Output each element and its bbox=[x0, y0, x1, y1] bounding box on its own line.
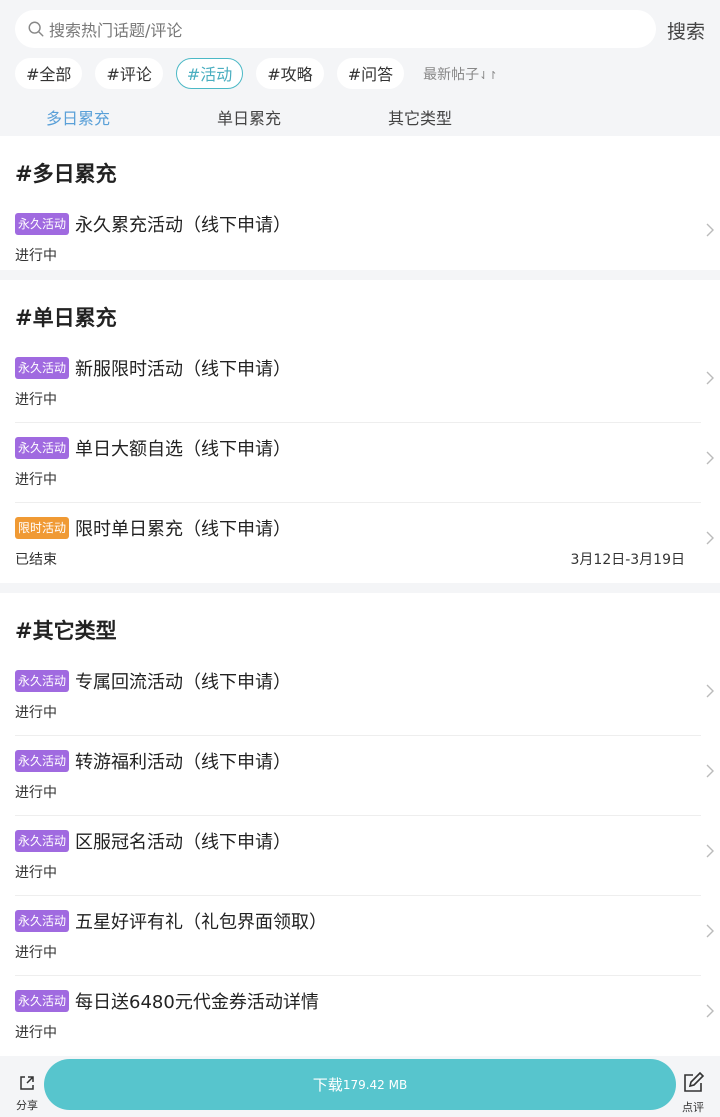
chip-activity[interactable]: #活动 bbox=[175, 58, 244, 89]
item-status: 进行中 bbox=[15, 392, 57, 408]
chevron-right-icon bbox=[706, 924, 714, 938]
section-title: #其它类型 bbox=[15, 619, 117, 643]
item-status: 进行中 bbox=[15, 945, 57, 961]
tab-other[interactable]: 其它类型 bbox=[388, 105, 452, 129]
chip-qa[interactable]: #问答 bbox=[336, 58, 405, 89]
item-title: 区服冠名活动（线下申请） bbox=[75, 832, 292, 853]
activity-badge: 永久活动 bbox=[15, 750, 70, 772]
section-multi-day: #多日累充 永久活动 永久累充活动（线下申请） 进行中 bbox=[0, 136, 720, 270]
item-title: 每日送6480元代金券活动详情 bbox=[75, 992, 319, 1013]
download-label: 下载 bbox=[312, 1076, 343, 1094]
share-icon bbox=[20, 1076, 34, 1090]
item-status: 进行中 bbox=[15, 1025, 57, 1041]
item-title: 永久累充活动（线下申请） bbox=[75, 215, 292, 236]
list-item[interactable]: 永久活动 五星好评有礼（礼包界面领取） 进行中 bbox=[15, 896, 714, 976]
list-item[interactable]: 永久活动 单日大额自选（线下申请） 进行中 bbox=[15, 423, 714, 503]
item-status: 已结束 bbox=[15, 552, 57, 568]
bottom-bar: 分享 下载 179.42 MB 点评 bbox=[0, 1057, 720, 1117]
list-item[interactable]: 限时活动 限时单日累充（线下申请） 已结束 3月12日-3月19日 bbox=[15, 503, 714, 583]
chevron-right-icon bbox=[706, 684, 714, 698]
item-date: 3月12日-3月19日 bbox=[570, 552, 686, 568]
tab-single-day[interactable]: 单日累充 bbox=[217, 105, 281, 129]
sort-label: 最新帖子 bbox=[423, 66, 480, 83]
list-item[interactable]: 永久活动 新服限时活动（线下申请） 进行中 bbox=[15, 343, 714, 423]
chevron-right-icon bbox=[706, 371, 714, 385]
item-title: 限时单日累充（线下申请） bbox=[75, 519, 292, 540]
list-item[interactable]: 永久活动 每日送6480元代金券活动详情 进行中 bbox=[15, 976, 714, 1056]
top-bar: 搜索热门话题/评论 搜索 #全部 #评论 #活动 #攻略 #问答 最新帖子⇃↾ … bbox=[0, 0, 720, 136]
item-status: 进行中 bbox=[15, 472, 57, 488]
item-title: 单日大额自选（线下申请） bbox=[75, 439, 292, 460]
search-icon bbox=[28, 21, 44, 37]
item-title: 新服限时活动（线下申请） bbox=[75, 359, 292, 380]
section-single-day: #单日累充 永久活动 新服限时活动（线下申请） 进行中 永久活动 单日大额自选（线下… bbox=[0, 280, 720, 583]
chevron-right-icon bbox=[706, 531, 714, 545]
item-status: 进行中 bbox=[15, 705, 57, 721]
activity-badge: 限时活动 bbox=[15, 517, 70, 539]
section-title: #单日累充 bbox=[15, 306, 117, 330]
chip-review[interactable]: #评论 bbox=[95, 58, 163, 89]
sort-icon: ⇃↾ bbox=[479, 68, 498, 82]
item-title: 专属回流活动（线下申请） bbox=[75, 672, 292, 693]
chevron-right-icon bbox=[706, 764, 714, 778]
chip-guide[interactable]: #攻略 bbox=[256, 58, 324, 89]
chip-all[interactable]: #全部 bbox=[15, 58, 83, 89]
search-placeholder: 搜索热门话题/评论 bbox=[49, 21, 183, 40]
item-status: 进行中 bbox=[15, 785, 57, 801]
list-item[interactable]: 永久活动 永久累充活动（线下申请） 进行中 bbox=[15, 199, 714, 270]
sort-button[interactable]: 最新帖子⇃↾ bbox=[423, 64, 497, 84]
list-item[interactable]: 永久活动 区服冠名活动（线下申请） 进行中 bbox=[15, 816, 714, 896]
chevron-right-icon bbox=[706, 844, 714, 858]
activity-badge: 永久活动 bbox=[15, 437, 70, 459]
share-label: 分享 bbox=[16, 1099, 38, 1112]
item-status: 进行中 bbox=[15, 248, 57, 264]
tab-multi-day[interactable]: 多日累充 bbox=[46, 105, 110, 129]
activity-badge: 永久活动 bbox=[15, 830, 70, 852]
list-item[interactable]: 永久活动 专属回流活动（线下申请） 进行中 bbox=[15, 656, 714, 736]
chevron-right-icon bbox=[706, 223, 714, 237]
share-button[interactable]: 分享 bbox=[13, 1073, 41, 1113]
item-title: 转游福利活动（线下申请） bbox=[75, 752, 292, 773]
activity-badge: 永久活动 bbox=[15, 670, 70, 692]
activity-badge: 永久活动 bbox=[15, 213, 70, 235]
activity-badge: 永久活动 bbox=[15, 910, 70, 932]
download-button[interactable]: 下载 179.42 MB bbox=[44, 1059, 676, 1110]
edit-icon bbox=[684, 1071, 705, 1092]
item-title: 五星好评有礼（礼包界面领取） bbox=[75, 912, 328, 933]
download-size: 179.42 MB bbox=[342, 1077, 408, 1092]
review-label: 点评 bbox=[682, 1101, 704, 1114]
section-other: #其它类型 永久活动 专属回流活动（线下申请） 进行中 永久活动 转游福利活动（线下… bbox=[0, 593, 720, 1056]
item-status: 进行中 bbox=[15, 865, 57, 881]
activity-badge: 永久活动 bbox=[15, 357, 70, 379]
search-input[interactable]: 搜索热门话题/评论 bbox=[15, 10, 656, 48]
topic-chips: #全部 #评论 #活动 #攻略 #问答 最新帖子⇃↾ bbox=[15, 58, 498, 89]
section-title: #多日累充 bbox=[15, 162, 117, 186]
search-button[interactable]: 搜索 bbox=[667, 17, 705, 44]
list-item[interactable]: 永久活动 转游福利活动（线下申请） 进行中 bbox=[15, 736, 714, 816]
chevron-right-icon bbox=[706, 451, 714, 465]
activity-badge: 永久活动 bbox=[15, 990, 70, 1012]
chevron-right-icon bbox=[706, 1004, 714, 1018]
review-button[interactable]: 点评 bbox=[679, 1071, 707, 1115]
